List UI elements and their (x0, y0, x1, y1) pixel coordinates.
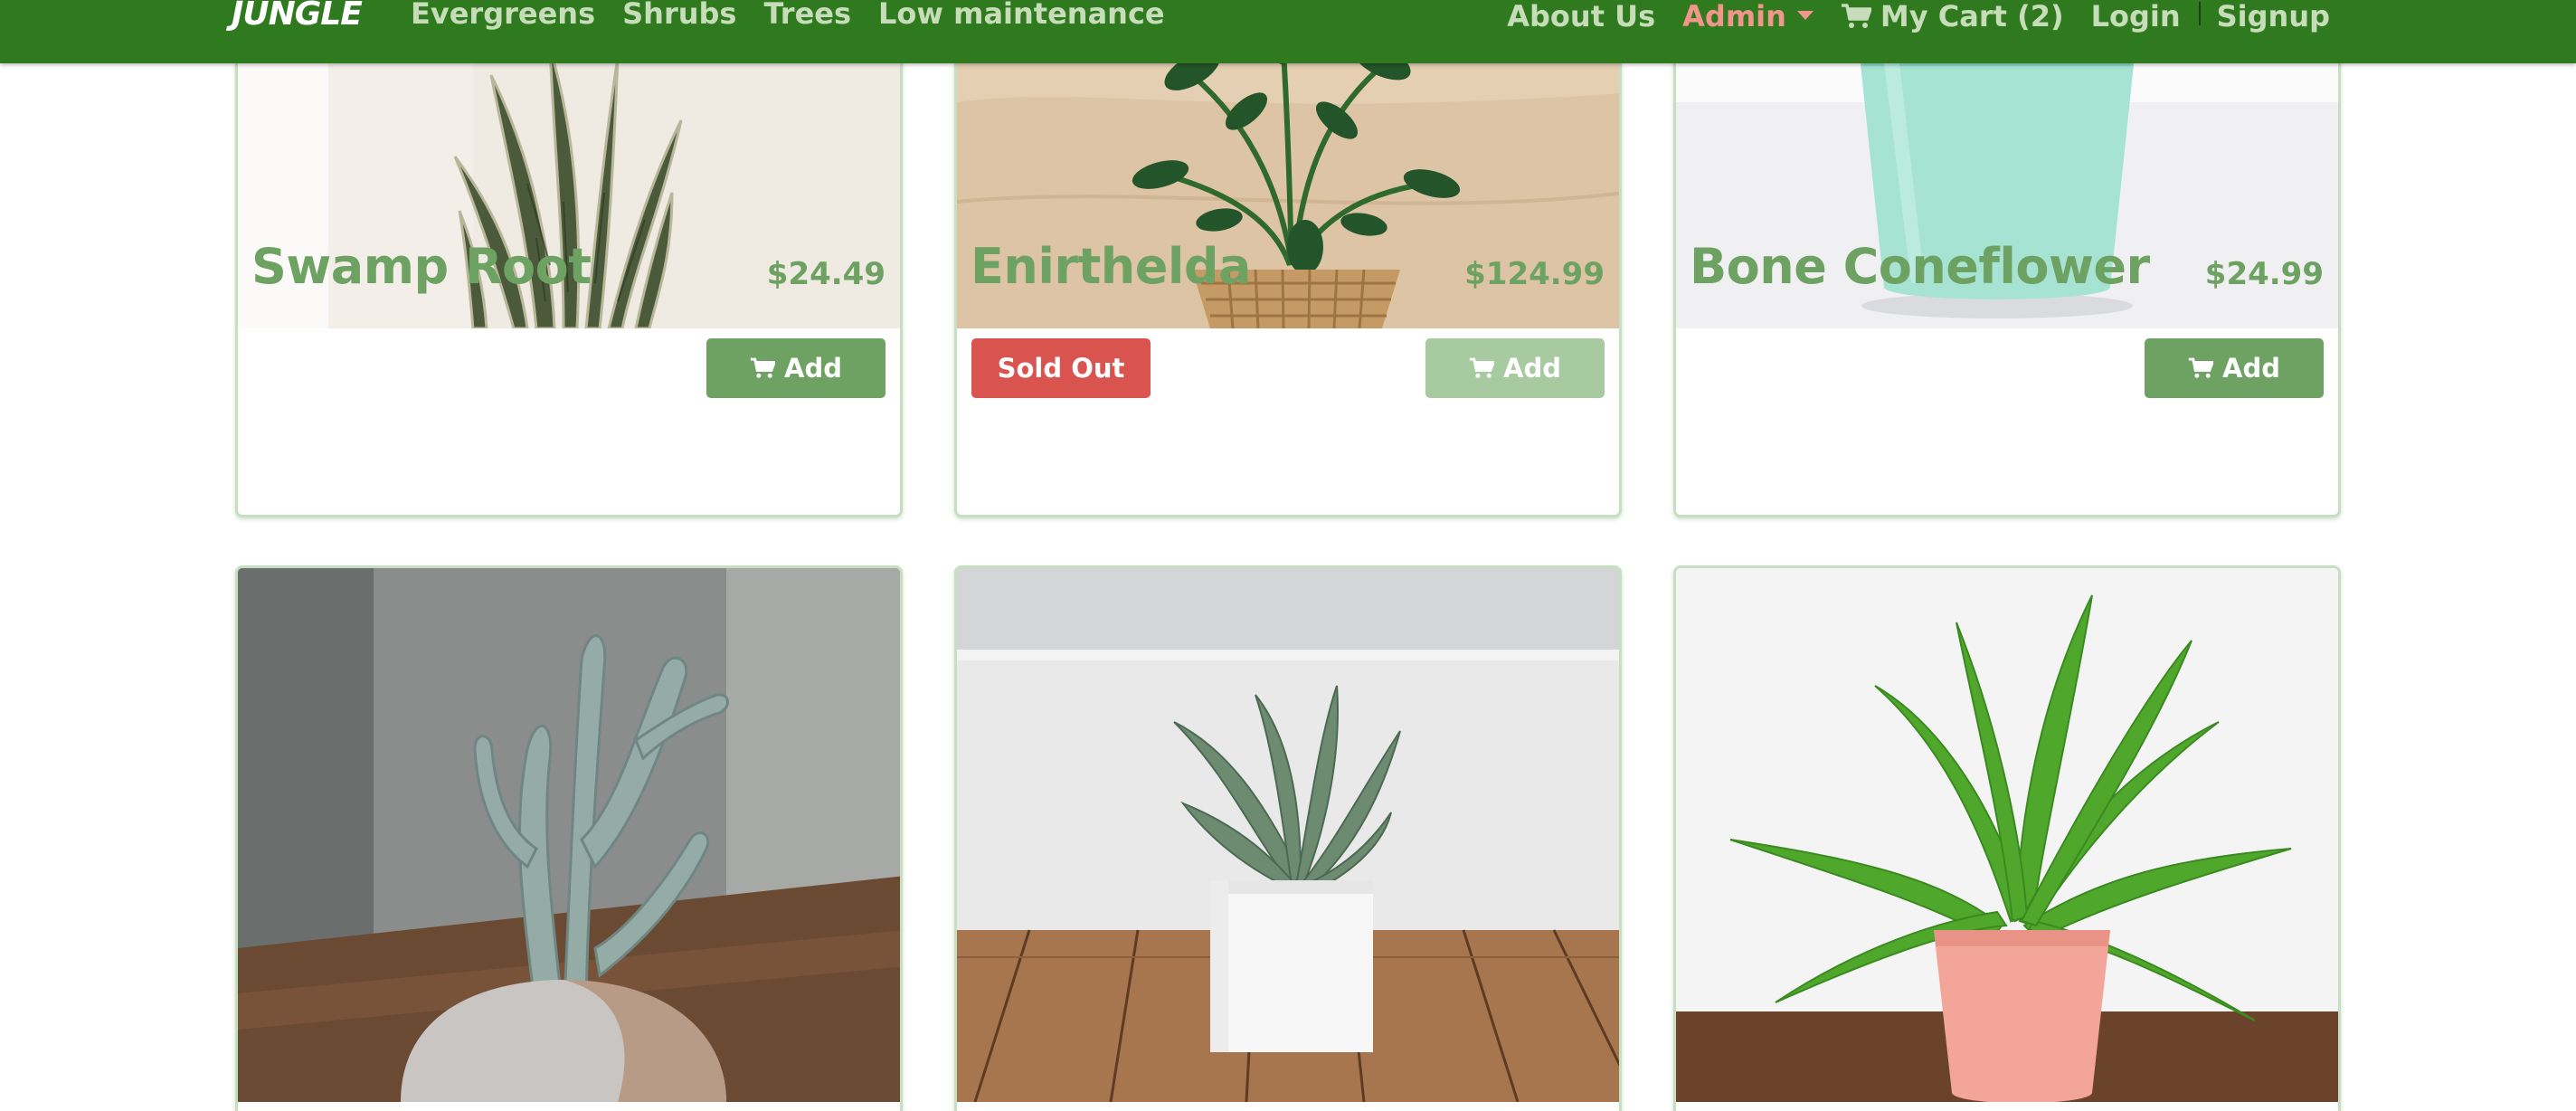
shopping-cart-icon (2188, 357, 2214, 378)
product-image-cactus[interactable] (238, 568, 903, 1102)
product-card (954, 565, 1622, 1111)
nav-link-evergreens[interactable]: Evergreens (411, 0, 595, 33)
admin-label: Admin (1682, 0, 1786, 33)
admin-dropdown[interactable]: Admin (1682, 0, 1814, 33)
product-card: Bone Coneflower $24.99 Add (1673, 0, 2341, 518)
nav-link-shrubs[interactable]: Shrubs (622, 0, 736, 33)
sold-out-badge: Sold Out (971, 338, 1151, 398)
add-to-cart-button[interactable]: Add (706, 338, 886, 398)
nav-link-login[interactable]: Login (2091, 2, 2181, 31)
cart-label: My Cart (2) (1880, 0, 2064, 33)
nav-link-about-us[interactable]: About Us (1507, 2, 1655, 31)
product-card: Enirthelda $124.99 Sold Out Add (954, 0, 1622, 518)
shopping-cart-icon (1841, 4, 1871, 29)
product-name[interactable]: Enirthelda (971, 238, 1251, 295)
add-to-cart-button[interactable]: Add (2145, 338, 2324, 398)
product-card (235, 565, 903, 1111)
product-card: Swamp Root $24.49 Add (235, 0, 903, 518)
product-price: $24.99 (2204, 256, 2324, 292)
product-image-succulent[interactable] (957, 568, 1622, 1102)
category-nav: Evergreens Shrubs Trees Low maintenance (411, 0, 1165, 33)
navbar: JUNGLE Evergreens Shrubs Trees Low maint… (0, 0, 2576, 63)
caret-down-icon (1796, 11, 1814, 20)
nav-link-my-cart[interactable]: My Cart (2) (1841, 0, 2064, 33)
product-name[interactable]: Swamp Root (251, 238, 592, 295)
product-card (1673, 565, 2341, 1111)
nav-link-trees[interactable]: Trees (763, 0, 851, 33)
add-to-cart-button[interactable]: Add (1425, 338, 1605, 398)
nav-link-signup[interactable]: Signup (2217, 2, 2330, 31)
product-price: $124.99 (1464, 256, 1605, 292)
product-name[interactable]: Bone Coneflower (1690, 238, 2150, 295)
product-price: $24.49 (766, 256, 886, 292)
shopping-cart-icon (750, 357, 776, 378)
nav-link-low-maintenance[interactable]: Low maintenance (878, 0, 1165, 33)
product-image-fern[interactable] (1676, 568, 2341, 1102)
brand-logo[interactable]: JUNGLE (232, 0, 363, 33)
add-button-label: Add (784, 353, 842, 384)
add-button-label: Add (2222, 353, 2280, 384)
add-button-label: Add (1503, 353, 1561, 384)
shopping-cart-icon (1469, 357, 1495, 378)
nav-divider (2198, 2, 2201, 25)
account-nav: About Us Admin My Cart (2) Login Signup (1480, 0, 2330, 33)
